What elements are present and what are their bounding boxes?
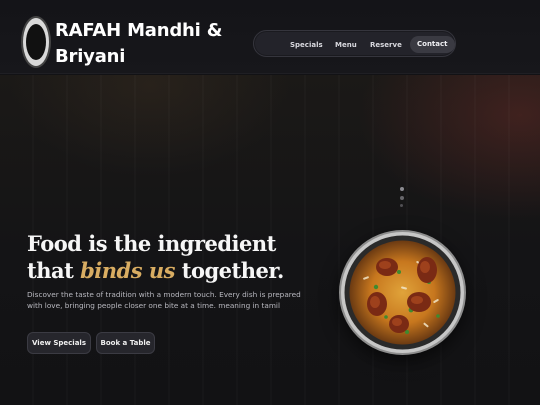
hero-description: Discover the taste of tradition with a m… [27,290,301,310]
headline-line-1: Food is the ingredient [27,231,276,256]
nav-menu[interactable]: Menu [335,39,357,51]
headline-line-2: that binds us together. [27,257,327,284]
hero-section: Food is the ingredient that binds us tog… [0,75,540,405]
view-specials-button[interactable]: View Specials [27,332,91,354]
headline-accent: binds us [80,258,175,283]
steam-dots [398,187,406,211]
nav-reserve[interactable]: Reserve [370,39,402,51]
logo-emblem-icon [26,24,46,60]
biryani-plate-icon [344,235,461,350]
headline-end: together. [181,258,285,283]
nav-specials[interactable]: Specials [290,39,323,51]
brand-logo[interactable] [21,16,51,68]
biryani-dish-image [339,230,466,355]
book-table-button[interactable]: Book a Table [96,332,155,354]
brand-name[interactable]: RAFAH Mandhi & Briyani [55,18,245,70]
headline-that: that [27,258,74,283]
nav-contact[interactable]: Contact [410,36,455,53]
hero-headline: Food is the ingredient that binds us tog… [27,230,327,284]
site-header: RAFAH Mandhi & Briyani Specials Menu Res… [0,0,540,74]
main-nav: Specials Menu Reserve Contact [253,30,456,57]
